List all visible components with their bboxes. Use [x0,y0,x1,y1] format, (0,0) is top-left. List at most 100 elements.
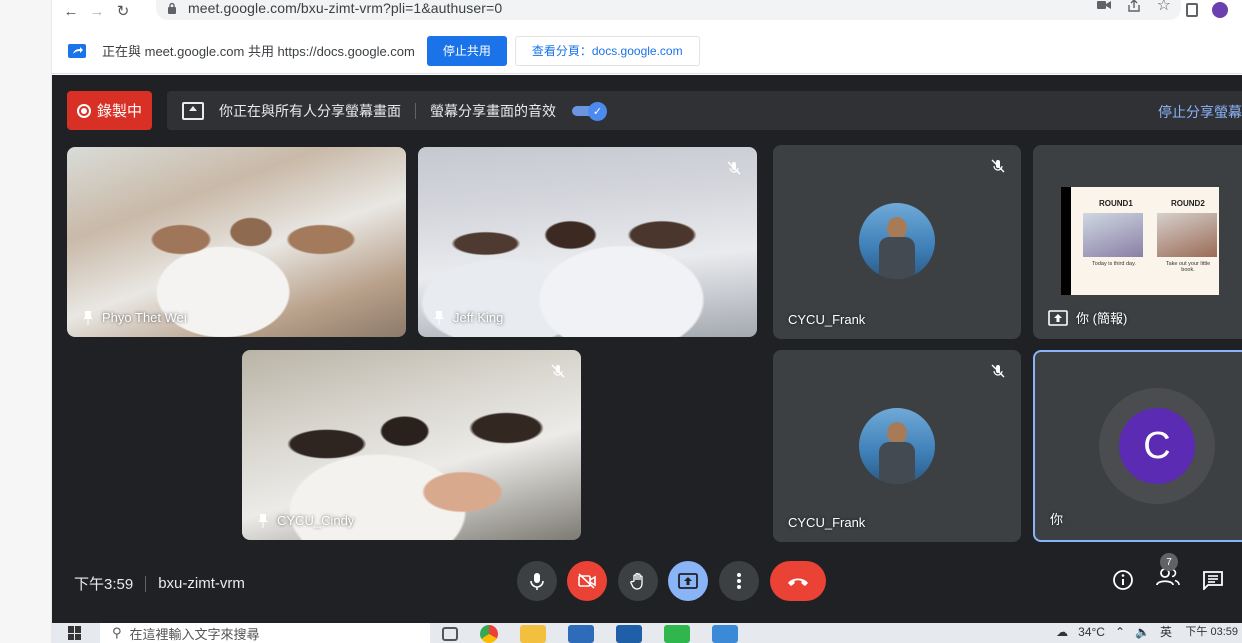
recording-indicator[interactable]: 錄製中 [67,91,152,130]
mic-off-icon [987,360,1009,382]
info-icon[interactable] [1112,569,1134,591]
address-bar[interactable]: meet.google.com/bxu-zimt-vrm?pli=1&authu… [156,0,1181,20]
meeting-info: 下午3:59 bxu-zimt-vrm [74,573,245,594]
hand-icon [630,572,643,590]
view-tab-button[interactable]: 查看分頁：docs.google.com [514,35,700,66]
presenting-bar: 你正在與所有人分享螢幕畫面 螢幕分享畫面的音效 ✓ [167,91,1242,130]
temperature-text[interactable]: 34°C [1078,625,1105,639]
meet-window: 錄製中 你正在與所有人分享螢幕畫面 螢幕分享畫面的音效 ✓ 停止分享螢幕 Phy… [52,75,1242,623]
divider [415,102,416,119]
check-icon: ✓ [588,101,607,121]
participant-name: Phyo Thet Wei [102,310,187,325]
task-view-icon[interactable] [442,627,458,641]
mail-icon[interactable] [616,625,642,643]
windows-start-icon[interactable] [68,626,82,640]
participant-tile[interactable]: CYCU_Frank [773,350,1021,542]
microphone-button[interactable] [517,561,557,601]
chevron-up-icon[interactable]: ⌃ [1115,625,1125,639]
pin-icon [258,513,268,528]
camera-button[interactable] [567,561,607,601]
mic-off-icon [547,360,569,382]
slide-caption: Take out your little book. [1165,261,1211,273]
forward-arrow-icon[interactable]: → [84,0,110,22]
url-text[interactable]: meet.google.com/bxu-zimt-vrm?pli=1&authu… [188,0,502,16]
stop-sharing-button[interactable]: 停止共用 [426,35,507,66]
self-avatar: C [1119,408,1195,484]
participant-name: Jeff King [453,310,504,325]
file-explorer-icon[interactable] [520,625,546,643]
meeting-code: bxu-zimt-vrm [158,575,245,592]
share-icon[interactable] [1127,0,1141,13]
self-tile[interactable]: C 你 [1033,350,1242,542]
leave-call-button[interactable] [770,561,826,601]
more-options-button[interactable] [719,561,759,601]
raise-hand-button[interactable] [618,561,658,601]
tab-sharing-bar: 正在與 meet.google.com 共用 https://docs.goog… [52,28,1242,74]
sidepanel-icon[interactable] [1186,3,1198,17]
screen: ← → ↻ meet.google.com/bxu-zimt-vrm?pli=1… [0,0,1242,643]
volume-icon[interactable]: 🔈 [1135,625,1150,639]
audio-share-text: 螢幕分享畫面的音效 [430,102,556,119]
divider [145,575,147,592]
sharing-message: 正在與 meet.google.com 共用 https://docs.goog… [102,44,415,59]
windows-taskbar: ⚲ 在這裡輸入文字來搜尋 ☁ 34°C ⌃ 🔈 英 下午 03:59 [52,623,1242,643]
star-icon[interactable]: ☆ [1157,0,1171,14]
participant-tile[interactable]: Phyo Thet Wei [67,147,406,337]
participant-avatar [859,203,935,279]
presenting-text: 你正在與所有人分享螢幕畫面 [219,102,401,119]
reload-icon[interactable]: ↻ [110,0,136,22]
slide-photo [1157,213,1217,257]
lock-icon [168,2,176,14]
participant-tile[interactable]: Jeff King [418,147,757,337]
weather-icon[interactable]: ☁ [1056,625,1068,639]
recording-label: 錄製中 [96,103,142,120]
slide-round2: ROUND2 [1171,199,1205,208]
browser-toolbar: ← → ↻ meet.google.com/bxu-zimt-vrm?pli=1… [52,0,1242,22]
participant-name: 你 (簡報) [1076,311,1128,326]
camera-off-icon [578,573,596,589]
store-icon[interactable] [568,625,594,643]
profile-avatar-icon[interactable] [1212,2,1228,18]
chat-icon[interactable] [1202,570,1224,590]
taskbar-search[interactable]: ⚲ 在這裡輸入文字來搜尋 [100,623,430,643]
participant-tile[interactable]: CYCU_Frank [773,145,1021,339]
back-arrow-icon[interactable]: ← [58,0,84,22]
mic-off-icon [987,155,1009,177]
slide-preview: ROUND1 ROUND2 Today is third day. Take o… [1061,187,1219,295]
audio-share-toggle[interactable]: ✓ [572,101,608,121]
tile-name: 你 (簡報) [1048,308,1127,327]
slide-photo [1083,213,1143,257]
stop-presenting-link[interactable]: 停止分享螢幕 [1158,102,1242,122]
pin-icon [83,310,93,325]
hang-up-icon [788,578,808,586]
meeting-controls-bar: 下午3:59 bxu-zimt-vrm 7 [52,553,1242,623]
meeting-side-controls: 7 [1112,553,1224,592]
taskbar-clock[interactable]: 下午 03:59 [1185,623,1238,639]
ime-indicator[interactable]: 英 [1160,623,1172,640]
meet-top-row: 錄製中 你正在與所有人分享螢幕畫面 螢幕分享畫面的音效 ✓ 停止分享螢幕 [52,75,1242,145]
present-screen-icon [1048,309,1068,326]
tile-name: CYCU_Frank [788,312,865,327]
present-screen-icon [182,101,204,120]
participant-tile[interactable]: CYCU_Cindy [242,350,581,540]
left-bezel [0,0,52,643]
line-icon[interactable] [664,625,690,643]
screen-share-icon [68,43,86,58]
present-now-button[interactable] [668,561,708,601]
participant-count-badge: 7 [1160,553,1178,571]
tile-name: Jeff King [433,310,503,325]
tile-name: CYCU_Frank [788,515,865,530]
presentation-tile[interactable]: ROUND1 ROUND2 Today is third day. Take o… [1033,145,1242,339]
mic-off-icon [723,157,745,179]
people-button[interactable]: 7 [1156,553,1180,592]
taskbar-apps [442,625,738,643]
chrome-icon[interactable] [480,625,498,643]
photos-icon[interactable] [712,625,738,643]
system-tray: ☁ 34°C ⌃ 🔈 英 [1056,623,1172,640]
tile-name: 你 [1050,509,1063,528]
participant-name: CYCU_Cindy [277,513,355,528]
slide-round1: ROUND1 [1099,199,1133,208]
tile-name: CYCU_Cindy [257,513,354,528]
camera-icon[interactable] [1096,0,1111,11]
participant-name: CYCU_Frank [788,515,866,530]
